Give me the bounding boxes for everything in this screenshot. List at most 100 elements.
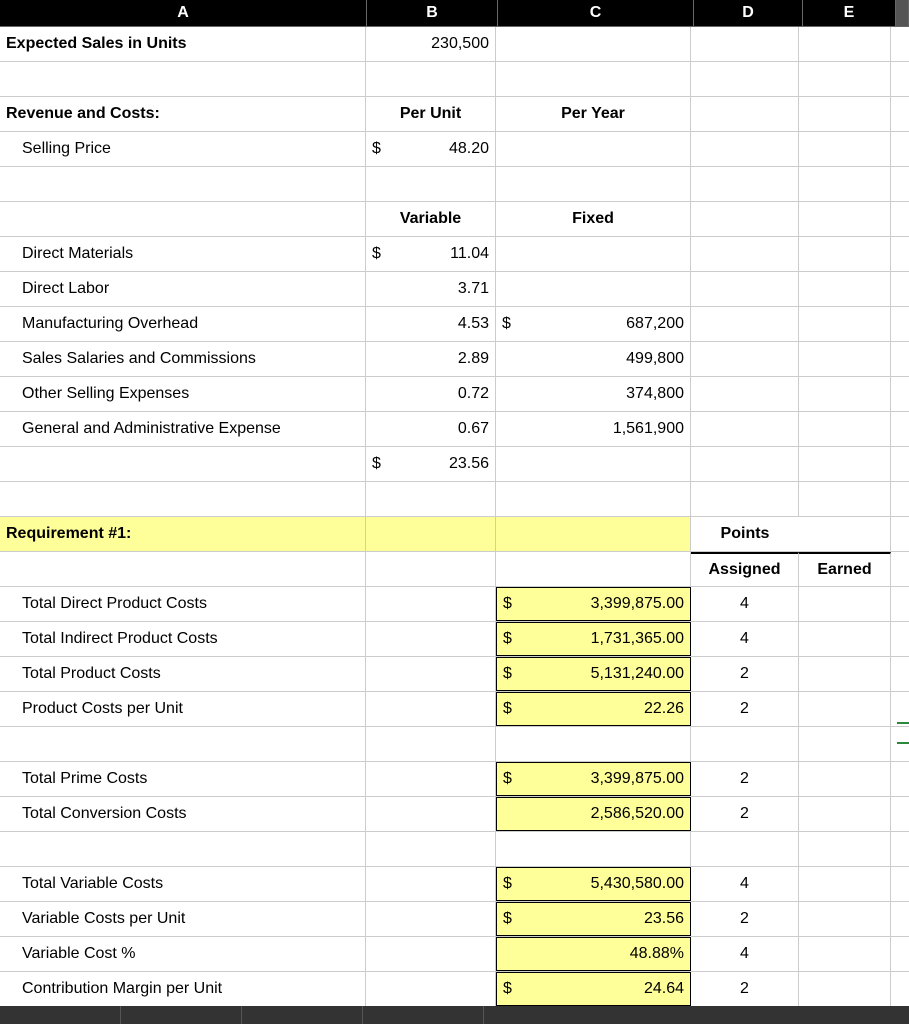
req-label[interactable] <box>0 832 366 866</box>
sheet-tab-strip[interactable] <box>0 1006 909 1024</box>
expected-sales-value[interactable]: 230,500 <box>366 27 496 61</box>
points-earned[interactable] <box>799 972 891 1006</box>
cell[interactable] <box>366 972 496 1006</box>
req-label[interactable]: Total Variable Costs <box>0 867 366 901</box>
cell[interactable] <box>366 902 496 936</box>
manufacturing-overhead-label[interactable]: Manufacturing Overhead <box>0 307 366 341</box>
cell[interactable] <box>366 622 496 656</box>
manufacturing-overhead-variable[interactable]: 4.53 <box>366 307 496 341</box>
direct-labor-variable[interactable]: 3.71 <box>366 272 496 306</box>
cell[interactable] <box>799 202 891 236</box>
variable-total[interactable]: $23.56 <box>366 447 496 481</box>
expected-sales-label[interactable]: Expected Sales in Units <box>0 27 366 61</box>
direct-materials-label[interactable]: Direct Materials <box>0 237 366 271</box>
cell[interactable] <box>366 727 496 761</box>
points-header[interactable]: Points <box>691 517 799 551</box>
cell[interactable] <box>691 412 799 446</box>
points-assigned[interactable] <box>691 727 799 761</box>
cell[interactable] <box>0 447 366 481</box>
cell[interactable] <box>799 517 891 551</box>
requirement-1-header[interactable]: Requirement #1: <box>0 517 366 551</box>
points-earned[interactable] <box>799 657 891 691</box>
variable-header[interactable]: Variable <box>366 202 496 236</box>
cell[interactable] <box>496 272 691 306</box>
cell[interactable] <box>691 377 799 411</box>
cell[interactable] <box>799 342 891 376</box>
cell[interactable] <box>799 237 891 271</box>
sales-salaries-variable[interactable]: 2.89 <box>366 342 496 376</box>
cell[interactable] <box>691 27 799 61</box>
cell[interactable] <box>0 482 366 516</box>
cell[interactable] <box>366 797 496 831</box>
req-value[interactable] <box>496 832 691 866</box>
sales-salaries-label[interactable]: Sales Salaries and Commissions <box>0 342 366 376</box>
col-header-a[interactable]: A <box>0 0 367 26</box>
req-label[interactable]: Product Costs per Unit <box>0 692 366 726</box>
cell[interactable] <box>366 657 496 691</box>
points-earned[interactable] <box>799 692 891 726</box>
req-value[interactable]: $24.64 <box>496 972 691 1006</box>
sales-salaries-fixed[interactable]: 499,800 <box>496 342 691 376</box>
points-assigned[interactable]: 4 <box>691 622 799 656</box>
selling-price-label[interactable]: Selling Price <box>0 132 366 166</box>
cell[interactable] <box>691 307 799 341</box>
per-unit-header[interactable]: Per Unit <box>366 97 496 131</box>
points-assigned[interactable]: 2 <box>691 692 799 726</box>
cell[interactable] <box>496 27 691 61</box>
cell[interactable] <box>799 307 891 341</box>
cell[interactable] <box>691 202 799 236</box>
req-value[interactable]: $3,399,875.00 <box>496 587 691 621</box>
cell[interactable] <box>799 97 891 131</box>
req-label[interactable]: Total Conversion Costs <box>0 797 366 831</box>
general-admin-variable[interactable]: 0.67 <box>366 412 496 446</box>
points-earned[interactable] <box>799 587 891 621</box>
points-earned[interactable] <box>799 797 891 831</box>
points-assigned[interactable]: 2 <box>691 972 799 1006</box>
points-assigned[interactable]: 4 <box>691 937 799 971</box>
points-earned[interactable] <box>799 937 891 971</box>
req-label[interactable]: Contribution Margin per Unit <box>0 972 366 1006</box>
cell[interactable] <box>496 237 691 271</box>
cell[interactable] <box>0 167 366 201</box>
cell[interactable] <box>366 832 496 866</box>
points-earned[interactable] <box>799 902 891 936</box>
direct-materials-variable[interactable]: $11.04 <box>366 237 496 271</box>
req-label[interactable]: Variable Costs per Unit <box>0 902 366 936</box>
cell[interactable] <box>799 377 891 411</box>
points-assigned[interactable]: 2 <box>691 902 799 936</box>
cell[interactable] <box>496 447 691 481</box>
req-value[interactable]: 2,586,520.00 <box>496 797 691 831</box>
cell[interactable] <box>0 552 366 586</box>
req-label[interactable] <box>0 727 366 761</box>
points-earned[interactable] <box>799 622 891 656</box>
cell[interactable] <box>496 167 691 201</box>
req-label[interactable]: Total Prime Costs <box>0 762 366 796</box>
req-label[interactable]: Variable Cost % <box>0 937 366 971</box>
points-assigned[interactable]: 2 <box>691 762 799 796</box>
cell[interactable] <box>691 272 799 306</box>
cell[interactable] <box>799 412 891 446</box>
cell[interactable] <box>799 272 891 306</box>
req-value[interactable]: $5,131,240.00 <box>496 657 691 691</box>
req-label[interactable]: Total Direct Product Costs <box>0 587 366 621</box>
cell[interactable] <box>691 342 799 376</box>
manufacturing-overhead-fixed[interactable]: $687,200 <box>496 307 691 341</box>
cell[interactable] <box>0 202 366 236</box>
per-year-header[interactable]: Per Year <box>496 97 691 131</box>
cell[interactable] <box>799 132 891 166</box>
cell[interactable] <box>366 552 496 586</box>
points-earned[interactable] <box>799 867 891 901</box>
cell[interactable] <box>691 237 799 271</box>
cell[interactable] <box>366 692 496 726</box>
other-selling-label[interactable]: Other Selling Expenses <box>0 377 366 411</box>
req-label[interactable]: Total Indirect Product Costs <box>0 622 366 656</box>
points-assigned[interactable]: 4 <box>691 587 799 621</box>
cell[interactable] <box>691 132 799 166</box>
cell[interactable] <box>691 447 799 481</box>
cell[interactable] <box>366 762 496 796</box>
cell[interactable] <box>496 482 691 516</box>
col-header-c[interactable]: C <box>498 0 694 26</box>
cell[interactable] <box>799 27 891 61</box>
points-earned[interactable] <box>799 727 891 761</box>
cell[interactable] <box>366 167 496 201</box>
